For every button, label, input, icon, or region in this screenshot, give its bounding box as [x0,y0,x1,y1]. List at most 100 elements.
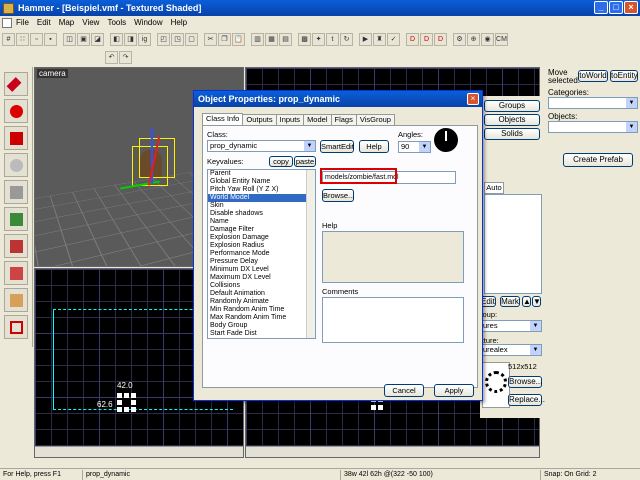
redo-icon[interactable]: ↷ [119,51,132,64]
sprite-icon[interactable]: ✦ [312,33,325,46]
handle[interactable] [117,393,122,398]
current-texture-combo[interactable]: urealex ▼ [480,344,542,356]
settings-icon[interactable]: ⚙ [453,33,466,46]
menu-help[interactable]: Help [167,18,191,27]
browse-model-button[interactable]: Browse... [322,189,354,202]
sphere-icon[interactable]: ◉ [481,33,494,46]
angles-combo[interactable]: 90 ▼ [398,141,431,153]
handle[interactable] [117,400,122,405]
keyvalue-item[interactable]: Max Random Anim Time [208,314,315,322]
move-up-button[interactable]: ▲ [522,296,531,307]
browse-texture-button[interactable]: Browse... [508,376,542,388]
auto-tab[interactable]: Auto [484,182,504,194]
angle-dial[interactable] [434,128,458,152]
visgroup-list[interactable] [484,194,542,294]
texture-application-tool[interactable] [4,207,28,231]
undo-icon[interactable]: ↶ [105,51,118,64]
keyvalue-item[interactable]: Performance Mode [208,250,315,258]
ignore-group-icon[interactable]: ig [138,33,151,46]
viewport-scrollbar[interactable] [246,446,539,457]
menu-file[interactable]: File [12,18,33,27]
handle[interactable] [378,405,383,410]
keyvalue-item[interactable]: Body Group [208,322,315,330]
handle[interactable] [371,405,376,410]
keyvalue-item[interactable]: Parent [208,170,315,178]
to-world-button[interactable]: toWorld [578,70,608,82]
keyvalues-list[interactable]: Parent Global Entity Name Pitch Yaw Roll (… [207,169,316,339]
dx3-icon[interactable]: D [434,33,447,46]
block-tool[interactable] [4,180,28,204]
dx2-icon[interactable]: D [420,33,433,46]
handle[interactable] [131,393,136,398]
keyvalue-item[interactable]: Minimum DX Level [208,266,315,274]
help-button[interactable]: Help [359,140,389,153]
keyvalue-item[interactable]: Start Fade Dist [208,330,315,338]
unhide-icon[interactable]: ◨ [124,33,137,46]
keyvalue-item[interactable]: Explosion Damage [208,234,315,242]
keyvalue-item[interactable]: Damage Filter [208,226,315,234]
keyvalue-item[interactable]: Default Animation [208,290,315,298]
move-down-button[interactable]: ▼ [532,296,541,307]
tab-model[interactable]: Model [303,114,332,125]
paste-button[interactable]: paste [294,156,316,167]
menu-edit[interactable]: Edit [33,18,55,27]
list-scrollbar[interactable] [306,170,315,338]
handle[interactable] [117,407,122,412]
categories-combo[interactable]: ▼ [548,97,638,109]
menu-tools[interactable]: Tools [103,18,130,27]
grid-icon[interactable]: # [2,33,15,46]
keyvalue-item[interactable]: Randomly Animate [208,298,315,306]
comments-field[interactable] [322,297,464,343]
menu-view[interactable]: View [78,18,103,27]
box-icon[interactable]: ▢ [185,33,198,46]
objects-combo[interactable]: ▼ [548,121,638,133]
magnify-tool[interactable] [4,99,28,123]
keyvalue-item[interactable]: Explosion Radius [208,242,315,250]
handle[interactable] [124,407,129,412]
grid-dots-icon[interactable]: ∷ [16,33,29,46]
document-icon[interactable] [2,17,12,28]
keyvalue-item[interactable]: Collisions [208,282,315,290]
tab-outputs[interactable]: Outputs [242,114,277,125]
keyvalue-item[interactable]: Min Random Anim Time [208,306,315,314]
keyvalue-item[interactable]: World Model [208,194,315,202]
copy-icon[interactable]: ❐ [218,33,231,46]
cordon-icon[interactable]: ◳ [171,33,184,46]
helpers-icon[interactable]: ▦ [265,33,278,46]
keyvalue-item[interactable]: Global Entity Name [208,178,315,186]
handle[interactable] [131,407,136,412]
keyvalue-item[interactable]: Skin [208,202,315,210]
texture-icon[interactable]: ▤ [279,33,292,46]
cordon-stripe-icon[interactable]: ▥ [251,33,264,46]
menu-window[interactable]: Window [130,18,166,27]
keyvalue-item[interactable]: Pressure Delay [208,258,315,266]
smartedit-button[interactable]: SmartEdit [320,140,354,153]
selection-tool[interactable] [4,72,28,96]
grid-larger-icon[interactable]: ▪ [44,33,57,46]
keyvalue-item[interactable]: Disable shadows [208,210,315,218]
handle[interactable] [131,400,136,405]
menu-map[interactable]: Map [55,18,79,27]
objects-button[interactable]: Objects [484,114,540,126]
dx-icon[interactable]: D [406,33,419,46]
replace-texture-button[interactable]: Replace... [508,394,545,406]
hide-icon[interactable]: ◧ [110,33,123,46]
dialog-close-button[interactable]: × [467,93,479,105]
target-icon[interactable]: ⊕ [467,33,480,46]
cut-icon[interactable]: ✂ [204,33,217,46]
model-icon[interactable]: ▩ [298,33,311,46]
run-map-icon[interactable]: ▶ [359,33,372,46]
decal-tool[interactable] [4,261,28,285]
grid-smaller-icon[interactable]: ▫ [30,33,43,46]
apply-button[interactable]: Apply [434,384,474,397]
rotate-icon[interactable]: ↻ [340,33,353,46]
ungroup-icon[interactable]: ◪ [91,33,104,46]
handle[interactable] [124,393,129,398]
tab-flags[interactable]: Flags [330,114,357,125]
keyvalue-item[interactable]: Maximum DX Level [208,274,315,282]
tab-visgroup[interactable]: VisGroup [355,114,395,125]
mark-button[interactable]: Mark [500,296,520,307]
carve-icon[interactable]: ◫ [63,33,76,46]
translate-icon[interactable]: t [326,33,339,46]
tab-class-info[interactable]: Class Info [202,113,244,125]
